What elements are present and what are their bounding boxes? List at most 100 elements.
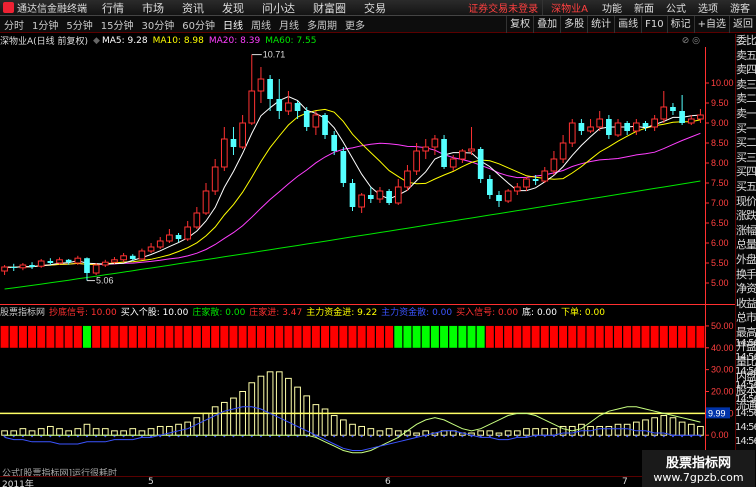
signal-block	[495, 325, 503, 348]
period-tab-fenshi[interactable]: 分时	[0, 17, 28, 32]
tick-time: 14:56	[735, 352, 756, 363]
candle-body-up	[523, 178, 530, 188]
signal-block	[202, 325, 210, 348]
menu-formula[interactable]: 公式	[660, 0, 692, 15]
signal-block	[641, 325, 650, 348]
menu-item-market[interactable]: 行情	[93, 0, 133, 16]
candle-body-up	[120, 255, 127, 261]
indicator-bar	[669, 417, 677, 436]
signal-block	[366, 325, 375, 348]
indicator-bar	[486, 430, 494, 436]
candle-body-up	[74, 257, 82, 264]
candle-body-down	[477, 149, 484, 179]
indicator-dot	[452, 435, 455, 438]
indicator-bar	[385, 428, 393, 436]
indicator-dot	[342, 435, 345, 438]
menu-item-trade[interactable]: 交易	[355, 0, 395, 16]
menu-item-ask[interactable]: 问小达	[253, 0, 304, 16]
candle-body-down	[606, 119, 612, 135]
date-axis: 2011年 5 6 7	[0, 476, 705, 487]
menu-function[interactable]: 功能	[596, 0, 628, 15]
menu-item-wealth[interactable]: 财富圈	[304, 0, 355, 16]
kline-chart[interactable]: 10.00 9.50 9.00 8.50 8.00 7.50 7.00 6.50 6.00 5.5…	[0, 47, 735, 476]
indicator-bar	[156, 425, 164, 436]
period-tab-15min[interactable]: 15分钟	[97, 17, 138, 32]
menu-item-news[interactable]: 资讯	[173, 0, 213, 16]
indicator-bar	[376, 430, 384, 436]
period-tab-30min[interactable]: 30分钟	[137, 17, 178, 32]
indicator-bar	[303, 395, 311, 436]
candle-body-up	[56, 259, 63, 264]
candle-body-up	[101, 261, 109, 266]
signal-block	[119, 325, 128, 348]
signal-block	[595, 325, 604, 348]
signal-block	[440, 325, 449, 348]
candle-body-up	[312, 114, 320, 128]
signal-block	[375, 325, 384, 348]
candle-body-up	[632, 122, 640, 132]
back-button[interactable]: 返回	[729, 15, 756, 33]
date-label-may: 5	[148, 477, 154, 487]
indicator-dot	[388, 435, 391, 438]
period-tab-60min[interactable]: 60分钟	[178, 17, 219, 32]
period-tab-5min[interactable]: 5分钟	[62, 17, 96, 32]
candle-body-up	[111, 259, 118, 263]
indicator-bar	[193, 417, 201, 436]
menu-item-exchange[interactable]: 市场	[133, 0, 173, 16]
indicator-bar	[275, 371, 283, 436]
candle-body-down	[441, 139, 447, 167]
indicator-bar	[294, 386, 301, 436]
signal-block	[549, 325, 558, 348]
period-tab-1min[interactable]: 1分钟	[28, 17, 62, 32]
candle-body-down	[340, 151, 347, 183]
signal-block	[687, 325, 696, 348]
high-price-label: 10.71	[263, 50, 286, 60]
ma-info-row: 深物业A(日线 前复权) ◆ MA5: 9.28 MA10: 8.98 MA20…	[0, 34, 705, 48]
indicator-legend-order: 下单: 0.00	[560, 307, 605, 318]
indicator-bar	[413, 432, 420, 436]
indicator-bar	[120, 430, 127, 436]
login-warning[interactable]: 证券交易未登录	[464, 0, 542, 15]
period-tab-more[interactable]: 更多	[341, 17, 369, 32]
candle-body-up	[550, 158, 558, 172]
mark-button[interactable]: 标记	[666, 15, 694, 33]
f10-button[interactable]: F10	[641, 15, 666, 33]
indicator-dot	[626, 435, 629, 438]
candle-body-up	[166, 234, 173, 242]
period-tab-daily[interactable]: 日线	[219, 17, 247, 32]
toolbar-right-group: 复权 叠加 多股 统计 画线 F10 标记 +自选 返回	[506, 15, 756, 33]
indicator-bar	[596, 425, 604, 436]
stats-button[interactable]: 统计	[587, 15, 614, 33]
period-tab-monthly[interactable]: 月线	[275, 17, 303, 32]
candle-body-up	[19, 264, 27, 269]
menu-bar: 通达信金融终端 行情 市场 资讯 发现 问小达 财富圈 交易 证券交易未登录 深…	[0, 0, 756, 16]
candle-body-down	[349, 183, 356, 207]
date-label-jul: 7	[622, 477, 628, 487]
menu-item-discover[interactable]: 发现	[213, 0, 253, 16]
indicator-dot	[635, 435, 638, 438]
side-panel-item: 外盘	[736, 252, 756, 266]
period-tab-multi[interactable]: 多周期	[303, 17, 341, 32]
menu-guest[interactable]: 游客	[724, 0, 756, 15]
draw-button[interactable]: 画线	[614, 15, 641, 33]
menu-options[interactable]: 选项	[692, 0, 724, 15]
indicator-name[interactable]: 股票指标网	[0, 305, 49, 318]
menu-new-panel[interactable]: 新面	[628, 0, 660, 15]
adjust-button[interactable]: 复权	[506, 15, 533, 33]
add-watchlist-button[interactable]: +自选	[693, 15, 729, 33]
indicator-bar	[175, 423, 182, 436]
current-stock[interactable]: 深物业A	[542, 0, 596, 15]
signal-block	[284, 325, 293, 348]
signal-block	[0, 325, 9, 348]
indicator-bar	[83, 423, 91, 436]
chart-settings-icon[interactable]: ⊘ ◎	[682, 36, 705, 46]
side-panel-item: 换手	[736, 267, 756, 281]
signal-block	[28, 325, 37, 348]
side-panel-item: 卖五	[736, 48, 756, 62]
multi-stock-button[interactable]: 多股	[560, 15, 587, 33]
period-tab-weekly[interactable]: 周线	[247, 17, 275, 32]
ma-toggle-icon[interactable]: ◆	[93, 36, 102, 46]
side-panel-item: 买四	[736, 165, 756, 179]
indicator-legend-dealer-out: 庄家散: 0.00	[192, 307, 246, 318]
overlay-button[interactable]: 叠加	[533, 15, 560, 33]
